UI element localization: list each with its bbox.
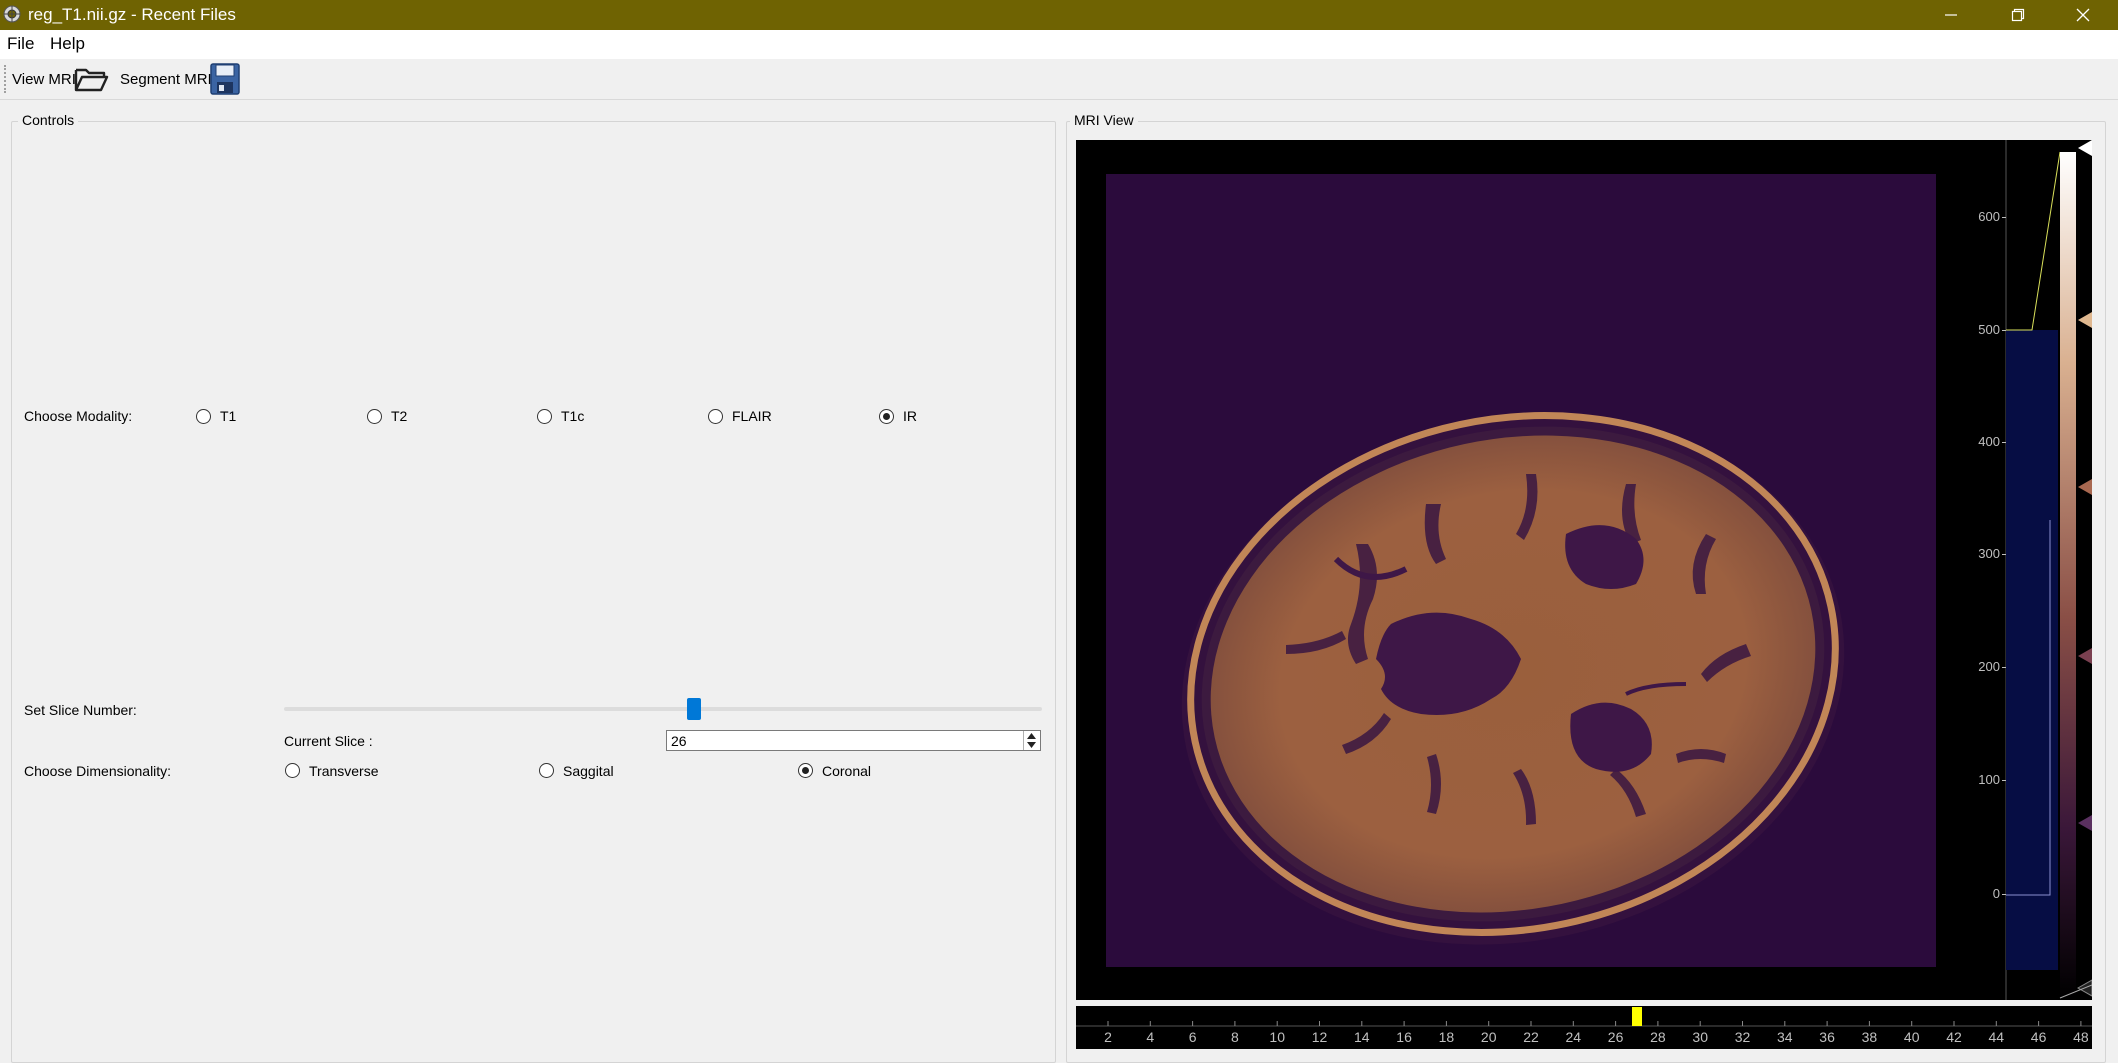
spinbox-arrows[interactable] <box>1023 731 1040 750</box>
spin-up-icon[interactable] <box>1027 733 1036 739</box>
radio-t1c[interactable] <box>537 409 552 424</box>
radio-t2-label[interactable]: T2 <box>391 408 407 424</box>
controls-groupbox <box>11 121 1056 1063</box>
histogram-tick-mark <box>2002 894 2006 895</box>
current-slice-label: Current Slice : <box>284 733 373 749</box>
histogram-tick-mark <box>2002 554 2006 555</box>
histogram-tick-label: 600 <box>1978 209 2000 224</box>
mri-image[interactable] <box>1106 174 1936 967</box>
current-slice-value[interactable]: 26 <box>671 733 687 749</box>
segment-mri-label[interactable]: Segment MRI <box>120 71 212 88</box>
histogram-tick-label: 100 <box>1978 772 2000 787</box>
radio-coronal-label[interactable]: Coronal <box>822 763 871 779</box>
timeline-tick-label: 18 <box>1439 1029 1455 1045</box>
dimensionality-label: Choose Dimensionality: <box>24 763 172 779</box>
menu-bar: File Help <box>0 30 2118 59</box>
timeline-tick-label: 34 <box>1777 1029 1793 1045</box>
window-title: reg_T1.nii.gz - Recent Files <box>28 5 236 24</box>
timeline-tick-label: 40 <box>1904 1029 1920 1045</box>
radio-ir-label[interactable]: IR <box>903 408 917 424</box>
histogram-panel[interactable] <box>2004 140 2093 1000</box>
app-icon <box>3 5 21 23</box>
timeline-tick-label: 46 <box>2031 1029 2047 1045</box>
restore-icon <box>2011 8 2025 22</box>
histogram-axis: 600 500 400 300 200 100 0 <box>1960 140 2006 1000</box>
folder-open-icon[interactable] <box>73 64 109 94</box>
current-slice-spinbox[interactable]: 26 <box>666 730 1041 751</box>
radio-flair[interactable] <box>708 409 723 424</box>
histogram-tick-label: 200 <box>1978 659 2000 674</box>
timeline-tick-label: 48 <box>2073 1029 2089 1045</box>
radio-ir[interactable] <box>879 409 894 424</box>
radio-t2[interactable] <box>367 409 382 424</box>
histogram-tick-mark <box>2002 330 2006 331</box>
floppy-disk-icon[interactable] <box>210 63 240 95</box>
radio-transverse-label[interactable]: Transverse <box>309 763 379 779</box>
histogram-tick-mark <box>2002 217 2006 218</box>
restore-button[interactable] <box>1987 0 2049 30</box>
radio-transverse[interactable] <box>285 763 300 778</box>
timeline-tick-label: 22 <box>1523 1029 1539 1045</box>
timeline-axis: 2 4 6 8 10 12 14 16 18 20 22 24 26 28 30 32 34 36 38 40 42 44… <box>1076 1021 2092 1045</box>
timeline-tick-label: 38 <box>1862 1029 1878 1045</box>
timeline-tick-label: 8 <box>1231 1029 1239 1045</box>
histogram-tick-label: 300 <box>1978 546 2000 561</box>
histogram-colorbar[interactable] <box>2004 140 2093 1000</box>
timeline-tick-label: 24 <box>1566 1029 1582 1045</box>
slice-slider-handle[interactable] <box>687 698 701 720</box>
slice-number-label: Set Slice Number: <box>24 702 137 718</box>
histogram-tick-label: 500 <box>1978 322 2000 337</box>
timeline-tick-label: 42 <box>1946 1029 1962 1045</box>
close-icon <box>2076 8 2090 22</box>
minimize-icon <box>1945 14 1957 16</box>
histogram-handle-top <box>2078 140 2092 156</box>
slice-slider-track[interactable] <box>284 707 1042 711</box>
menu-file[interactable]: File <box>7 34 34 54</box>
timeline-tick-label: 10 <box>1269 1029 1285 1045</box>
timeline-marker[interactable] <box>1632 1007 1642 1026</box>
timeline-tick-label: 30 <box>1692 1029 1708 1045</box>
timeline-tick-label: 36 <box>1819 1029 1835 1045</box>
timeline-tick-label: 26 <box>1608 1029 1624 1045</box>
timeline-tick-label: 28 <box>1650 1029 1666 1045</box>
timeline-tick-label: 2 <box>1104 1029 1112 1045</box>
brain-slice-image <box>1181 412 1845 945</box>
timeline-tick-label: 16 <box>1396 1029 1412 1045</box>
timeline-tick-label: 14 <box>1354 1029 1370 1045</box>
timeline-tick-label: 4 <box>1146 1029 1154 1045</box>
controls-title: Controls <box>18 112 79 128</box>
minimize-button[interactable] <box>1920 0 1982 30</box>
menu-help[interactable]: Help <box>50 34 85 54</box>
timeline-tick-label: 44 <box>1989 1029 2005 1045</box>
radio-saggital[interactable] <box>539 763 554 778</box>
radio-saggital-label[interactable]: Saggital <box>563 763 614 779</box>
timeline-tick-label: 12 <box>1312 1029 1328 1045</box>
radio-t1c-label[interactable]: T1c <box>561 408 584 424</box>
spin-down-icon[interactable] <box>1027 742 1036 748</box>
slice-timeline[interactable]: 2 4 6 8 10 12 14 16 18 20 22 24 26 28 30 32 34 36 38 40 42 44… <box>1076 1006 2092 1049</box>
radio-flair-label[interactable]: FLAIR <box>732 408 772 424</box>
toolbar: View MRI Segment MRI <box>0 59 2118 100</box>
histogram-tick-label: 400 <box>1978 434 2000 449</box>
timeline-tick-label: 6 <box>1189 1029 1197 1045</box>
histogram-tick-mark <box>2002 780 2006 781</box>
radio-t1[interactable] <box>196 409 211 424</box>
mri-view-title: MRI View <box>1070 112 1138 128</box>
view-mri-label[interactable]: View MRI <box>12 71 76 88</box>
timeline-tick-label: 32 <box>1735 1029 1751 1045</box>
title-bar: reg_T1.nii.gz - Recent Files <box>0 0 2118 30</box>
radio-t1-label[interactable]: T1 <box>220 408 236 424</box>
histogram-tick-label: 0 <box>1992 886 2000 901</box>
modality-label: Choose Modality: <box>24 408 133 424</box>
histogram-tick-mark <box>2002 667 2006 668</box>
timeline-tick-label: 20 <box>1481 1029 1497 1045</box>
close-button[interactable] <box>2052 0 2114 30</box>
radio-coronal[interactable] <box>798 763 813 778</box>
histogram-tick-mark <box>2002 442 2006 443</box>
toolbar-grip <box>4 65 8 93</box>
